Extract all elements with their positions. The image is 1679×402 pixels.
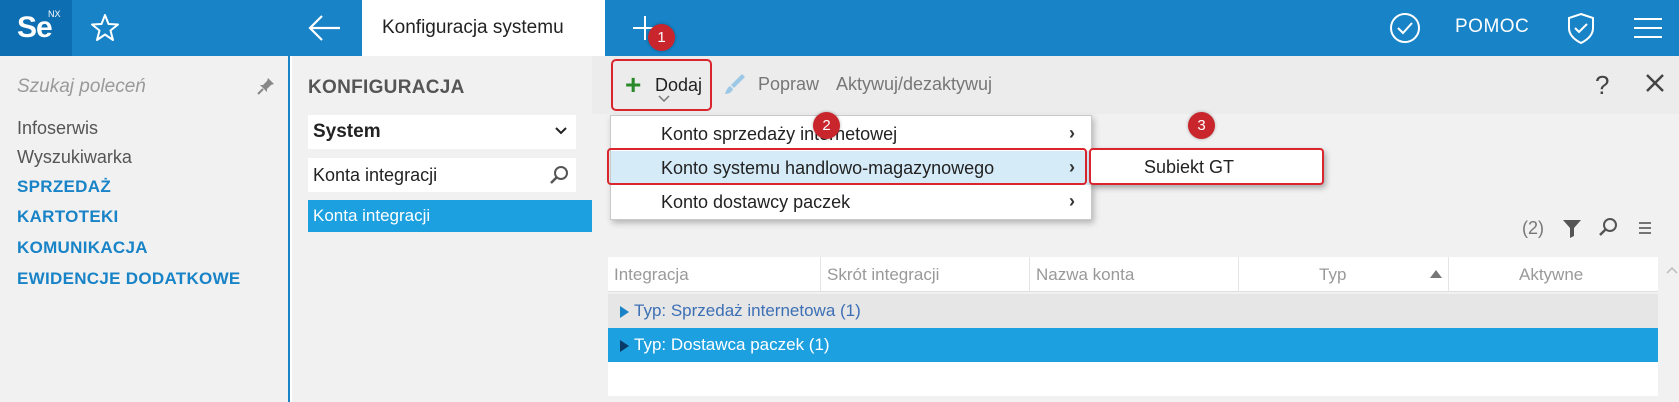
step-badge-3: 3	[1188, 112, 1215, 139]
submenu-item-subiekt-gt[interactable]: Subiekt GT	[1089, 148, 1324, 185]
column-header-integracja[interactable]: Integracja	[614, 265, 689, 285]
logo-text: Se	[17, 11, 53, 44]
chevron-down-icon	[658, 95, 670, 103]
tab-konfiguracja-systemu[interactable]: Konfiguracja systemu	[362, 0, 605, 56]
group-row-label: Typ: Dostawca paczek (1)	[634, 335, 830, 354]
sidebar: Szukaj poleceń Infoserwis Wyszukiwarka S…	[0, 56, 290, 402]
sidebar-section-kartoteki[interactable]: KARTOTEKI	[17, 207, 119, 227]
column-header-nazwa-konta[interactable]: Nazwa konta	[1036, 265, 1134, 285]
help-link[interactable]: POMOC	[1455, 16, 1529, 38]
menu-item-label: Konto dostawcy paczek	[661, 192, 851, 212]
brush-icon	[725, 74, 745, 94]
hamburger-icon	[1634, 18, 1662, 38]
filter-icon[interactable]	[1561, 217, 1583, 239]
config-title: KONFIGURACJA	[308, 77, 465, 98]
sidebar-section-ewidencje[interactable]: EWIDENCJE DODATKOWE	[17, 269, 241, 289]
search-icon[interactable]	[548, 164, 570, 186]
record-count: (2)	[1522, 218, 1544, 238]
help-button[interactable]: ?	[1595, 70, 1609, 101]
search-value: Konta integracji	[313, 165, 438, 185]
grid-header: Integracja Skrót integracji Nazwa konta …	[608, 257, 1658, 292]
empty-row	[608, 362, 1658, 396]
toggle-active-button[interactable]: Aktywuj/dezaktywuj	[836, 74, 992, 95]
tab-label: Konfiguracja systemu	[382, 17, 564, 38]
command-search-input[interactable]: Szukaj poleceń	[17, 76, 146, 98]
chevron-down-icon	[555, 127, 567, 135]
select-value: System	[313, 121, 381, 142]
menu-item-konto-sprzedazy[interactable]: Konto sprzedaży internetowej ›	[611, 117, 1093, 151]
sidebar-item-infoserwis[interactable]: Infoserwis	[17, 118, 98, 139]
group-row-label: Typ: Sprzedaż internetowa (1)	[634, 301, 861, 320]
security-button[interactable]	[1563, 10, 1599, 46]
expand-triangle-icon[interactable]	[620, 340, 629, 352]
submenu-item-label: Subiekt GT	[1144, 157, 1235, 177]
add-button[interactable]: + Dodaj	[611, 59, 712, 111]
edit-button[interactable]: Popraw	[758, 74, 819, 95]
chevron-up-icon[interactable]	[1665, 263, 1679, 277]
close-icon[interactable]	[1644, 72, 1666, 94]
toolbar	[592, 56, 1679, 114]
star-icon	[91, 14, 119, 41]
config-panel: KONFIGURACJA System Konta integracji Kon…	[292, 56, 592, 402]
sidebar-section-sprzedaz[interactable]: SPRZEDAŻ	[17, 177, 111, 197]
column-header-typ[interactable]: Typ	[1319, 265, 1346, 285]
column-separator[interactable]	[1029, 257, 1030, 292]
config-category-select[interactable]: System	[308, 115, 576, 149]
column-header-skrot[interactable]: Skrót integracji	[827, 265, 939, 285]
highlight-frame	[607, 148, 1087, 185]
search-icon[interactable]	[1597, 216, 1619, 238]
check-circle-icon	[1390, 13, 1420, 43]
sidebar-item-wyszukiwarka[interactable]: Wyszukiwarka	[17, 147, 132, 168]
chevron-right-icon: ›	[1069, 123, 1075, 143]
column-separator[interactable]	[820, 257, 821, 292]
list-menu-icon[interactable]	[1637, 220, 1653, 236]
logo-superscript: NX	[48, 9, 61, 19]
main-menu-button[interactable]	[1630, 14, 1666, 42]
sort-ascending-icon	[1430, 270, 1442, 278]
step-badge-2: 2	[813, 112, 840, 139]
top-bar	[0, 0, 1679, 56]
status-check-button[interactable]	[1388, 11, 1422, 45]
back-button[interactable]	[290, 0, 362, 56]
plus-icon: +	[625, 69, 642, 100]
app-logo[interactable]: Se NX	[0, 0, 72, 56]
shield-check-icon	[1568, 12, 1594, 45]
group-row[interactable]: Typ: Sprzedaż internetowa (1)	[608, 294, 1658, 328]
config-item-label: Konta integracji	[313, 206, 431, 225]
group-row-selected[interactable]: Typ: Dostawca paczek (1)	[608, 328, 1658, 362]
column-header-aktywne[interactable]: Aktywne	[1519, 265, 1583, 285]
column-separator[interactable]	[1448, 257, 1449, 292]
column-separator[interactable]	[1238, 257, 1239, 292]
arrow-left-icon	[308, 15, 340, 41]
add-button-label: Dodaj	[655, 75, 703, 95]
pin-icon[interactable]	[256, 76, 276, 96]
config-search-input[interactable]: Konta integracji	[308, 158, 576, 192]
menu-item-label: Konto sprzedaży internetowej	[661, 124, 898, 144]
menu-item-konto-dostawcy[interactable]: Konto dostawcy paczek ›	[611, 185, 1093, 219]
sidebar-section-komunikacja[interactable]: KOMUNIKACJA	[17, 238, 148, 258]
favorites-button[interactable]	[72, 0, 138, 56]
step-badge-1: 1	[648, 24, 675, 51]
chevron-right-icon: ›	[1069, 191, 1075, 211]
config-item-konta-integracji[interactable]: Konta integracji	[308, 200, 592, 232]
expand-triangle-icon[interactable]	[620, 306, 629, 318]
